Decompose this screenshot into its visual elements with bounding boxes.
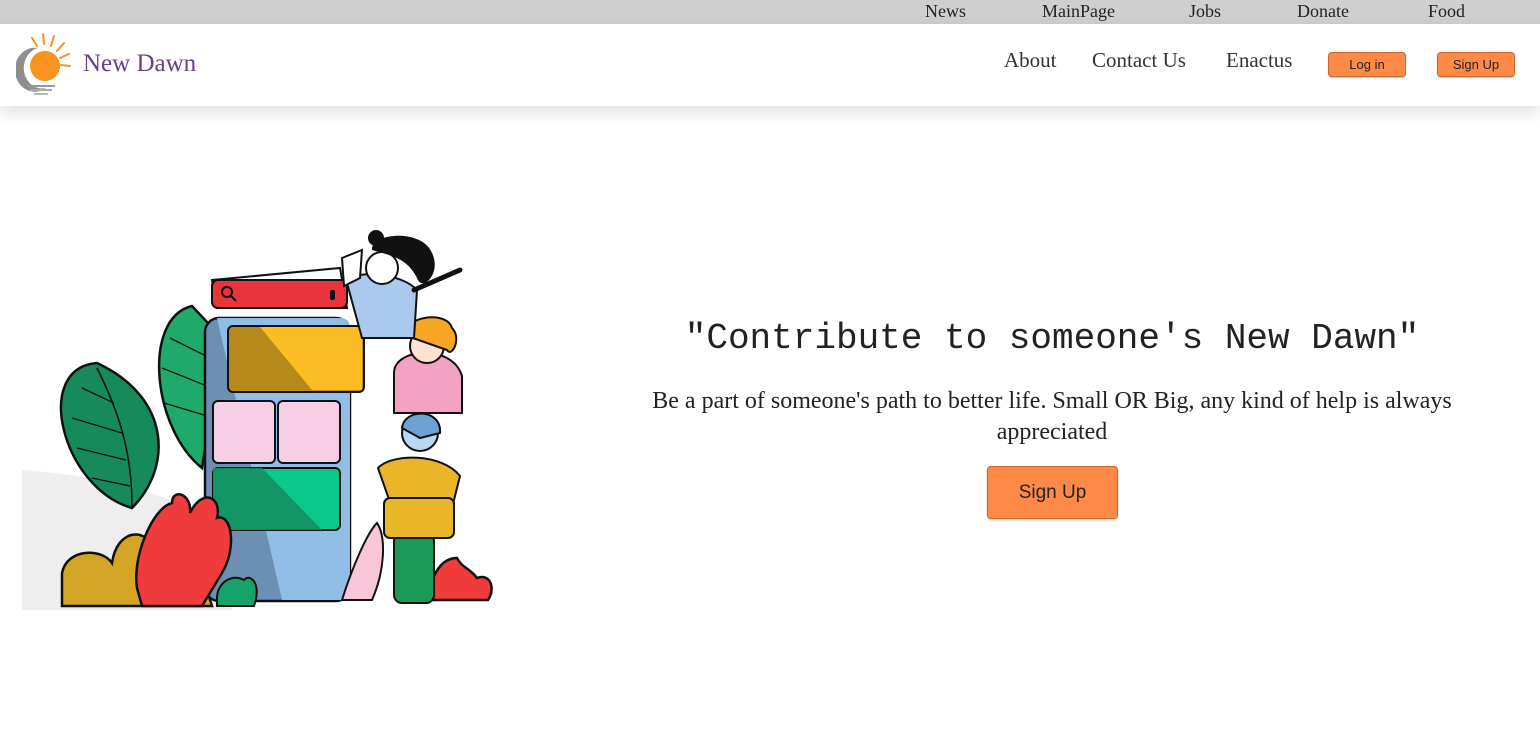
hero-title: "Contribute to someone's New Dawn"	[684, 318, 1420, 359]
topbar-link-jobs[interactable]: Jobs	[1189, 0, 1221, 24]
brand-name[interactable]: New Dawn	[83, 50, 196, 78]
nav-link-contact-us[interactable]: Contact Us	[1092, 48, 1186, 73]
hero-subtitle: Be a part of someone's path to better li…	[652, 388, 1452, 445]
topbar-link-food[interactable]: Food	[1428, 0, 1465, 24]
nav-link-enactus[interactable]: Enactus	[1226, 48, 1292, 73]
signup-button[interactable]: Sign Up	[1437, 52, 1515, 77]
nav-link-about[interactable]: About	[1004, 48, 1057, 73]
topbar-link-news[interactable]: News	[925, 0, 966, 24]
hero-signup-button[interactable]: Sign Up	[987, 466, 1118, 519]
topbar-link-mainpage[interactable]: MainPage	[1042, 0, 1115, 24]
main-header: New Dawn About Contact Us Enactus Log in…	[0, 24, 1540, 106]
topbar-link-donate[interactable]: Donate	[1297, 0, 1349, 24]
people-building-app-illustration	[22, 230, 493, 610]
login-button[interactable]: Log in	[1328, 52, 1406, 77]
sunrise-logo-icon[interactable]	[16, 30, 72, 102]
top-utility-bar: News MainPage Jobs Donate Food	[0, 0, 1540, 24]
